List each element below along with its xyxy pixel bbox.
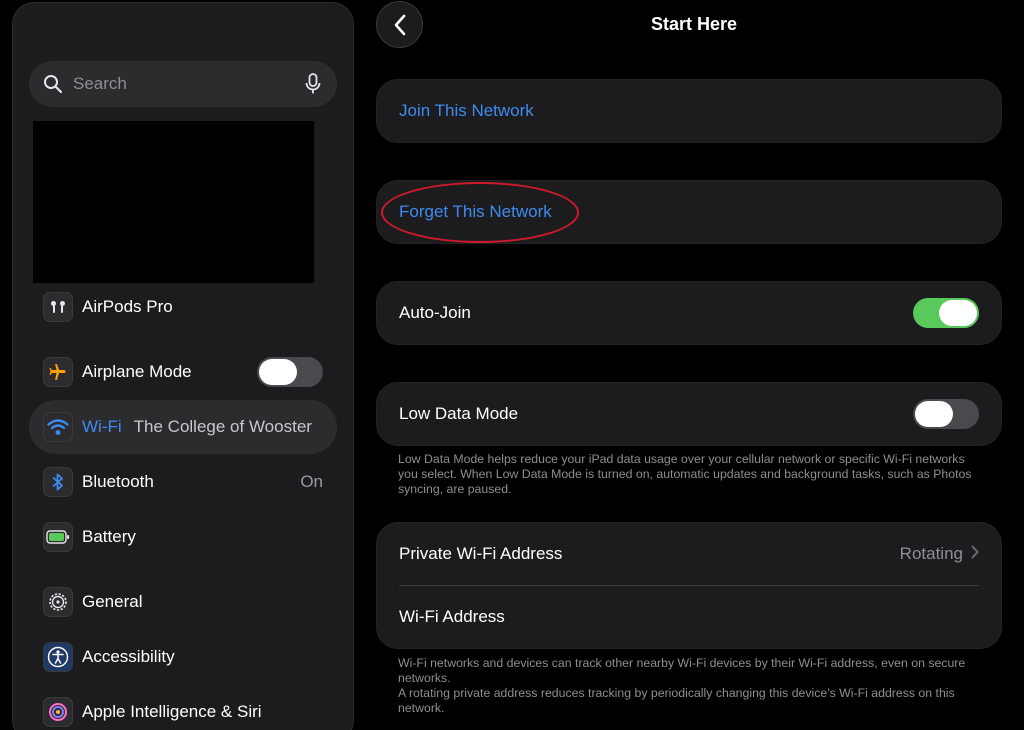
redacted-account-area: [33, 121, 314, 283]
battery-icon: [43, 522, 73, 552]
airpods-icon: [43, 292, 73, 322]
siri-icon: [43, 697, 73, 727]
sidebar-item-airpods[interactable]: AirPods Pro: [29, 280, 337, 334]
address-card: Private Wi-Fi Address Rotating Wi-Fi Add…: [376, 522, 1002, 649]
wifi-address-row: Wi-Fi Address: [377, 586, 1001, 648]
toggle-knob: [259, 359, 297, 385]
sidebar-item-label: AirPods Pro: [82, 297, 173, 316]
address-footnote-2: A rotating private address reduces track…: [398, 686, 955, 715]
bluetooth-status: On: [300, 472, 323, 491]
join-network-button[interactable]: Join This Network: [377, 80, 1001, 142]
chevron-left-icon: [394, 14, 405, 35]
toggle-knob: [939, 300, 977, 326]
low-data-footnote: Low Data Mode helps reduce your iPad dat…: [398, 452, 972, 496]
search-field[interactable]: Search: [29, 61, 337, 107]
search-input[interactable]: Search: [73, 74, 303, 94]
low-data-label: Low Data Mode: [399, 404, 519, 423]
sidebar-item-airplane-mode[interactable]: Airplane Mode: [29, 345, 337, 399]
settings-sidebar: Search AirPods Pro Airplane Mode Wi-Fi T…: [12, 2, 354, 730]
sidebar-item-label: Battery: [82, 527, 136, 546]
sidebar-item-label: Wi-Fi: [82, 417, 122, 436]
sidebar-item-label: Airplane Mode: [82, 362, 192, 381]
sidebar-item-label: General: [82, 592, 143, 611]
airplane-icon: [43, 357, 73, 387]
auto-join-card: Auto-Join: [376, 281, 1002, 345]
microphone-icon[interactable]: [303, 73, 323, 95]
accessibility-icon: [43, 642, 73, 672]
sidebar-item-label: Bluetooth: [82, 472, 154, 491]
low-data-toggle[interactable]: [913, 399, 979, 429]
forget-network-label: Forget This Network: [399, 202, 552, 221]
private-address-value: Rotating: [899, 544, 963, 563]
join-network-label: Join This Network: [399, 101, 534, 120]
back-button[interactable]: [376, 1, 423, 48]
sidebar-item-label: Apple Intelligence & Siri: [82, 702, 262, 721]
low-data-row: Low Data Mode: [377, 383, 1001, 445]
forget-network-card: Forget This Network: [376, 180, 1002, 244]
forget-network-button[interactable]: Forget This Network: [377, 181, 1001, 243]
auto-join-label: Auto-Join: [399, 303, 471, 322]
auto-join-toggle[interactable]: [913, 298, 979, 328]
airplane-mode-toggle[interactable]: [257, 357, 323, 387]
bluetooth-icon: [43, 467, 73, 497]
page-title: Start Here: [650, 14, 738, 34]
sidebar-item-label: Accessibility: [82, 647, 175, 666]
wifi-network-name: The College of Wooster: [133, 417, 312, 436]
wifi-address-label: Wi-Fi Address: [399, 607, 505, 626]
toggle-knob: [915, 401, 953, 427]
address-footnote-1: Wi-Fi networks and devices can track oth…: [398, 656, 966, 685]
sidebar-item-bluetooth[interactable]: Bluetooth On: [29, 455, 337, 509]
sidebar-item-wifi[interactable]: Wi-Fi The College of Wooster: [29, 400, 337, 454]
wifi-icon: [43, 412, 73, 442]
private-address-label: Private Wi-Fi Address: [399, 544, 563, 563]
sidebar-item-battery[interactable]: Battery: [29, 510, 337, 564]
sidebar-item-accessibility[interactable]: Accessibility: [29, 630, 337, 684]
gear-icon: [43, 587, 73, 617]
private-address-row[interactable]: Private Wi-Fi Address Rotating: [377, 523, 1001, 585]
low-data-card: Low Data Mode: [376, 382, 1002, 446]
chevron-right-icon: [971, 544, 979, 564]
sidebar-item-apple-intelligence-siri[interactable]: Apple Intelligence & Siri: [29, 685, 337, 730]
sidebar-item-general[interactable]: General: [29, 575, 337, 629]
auto-join-row: Auto-Join: [377, 282, 1001, 344]
magnifier-icon: [43, 74, 63, 94]
join-network-card: Join This Network: [376, 79, 1002, 143]
